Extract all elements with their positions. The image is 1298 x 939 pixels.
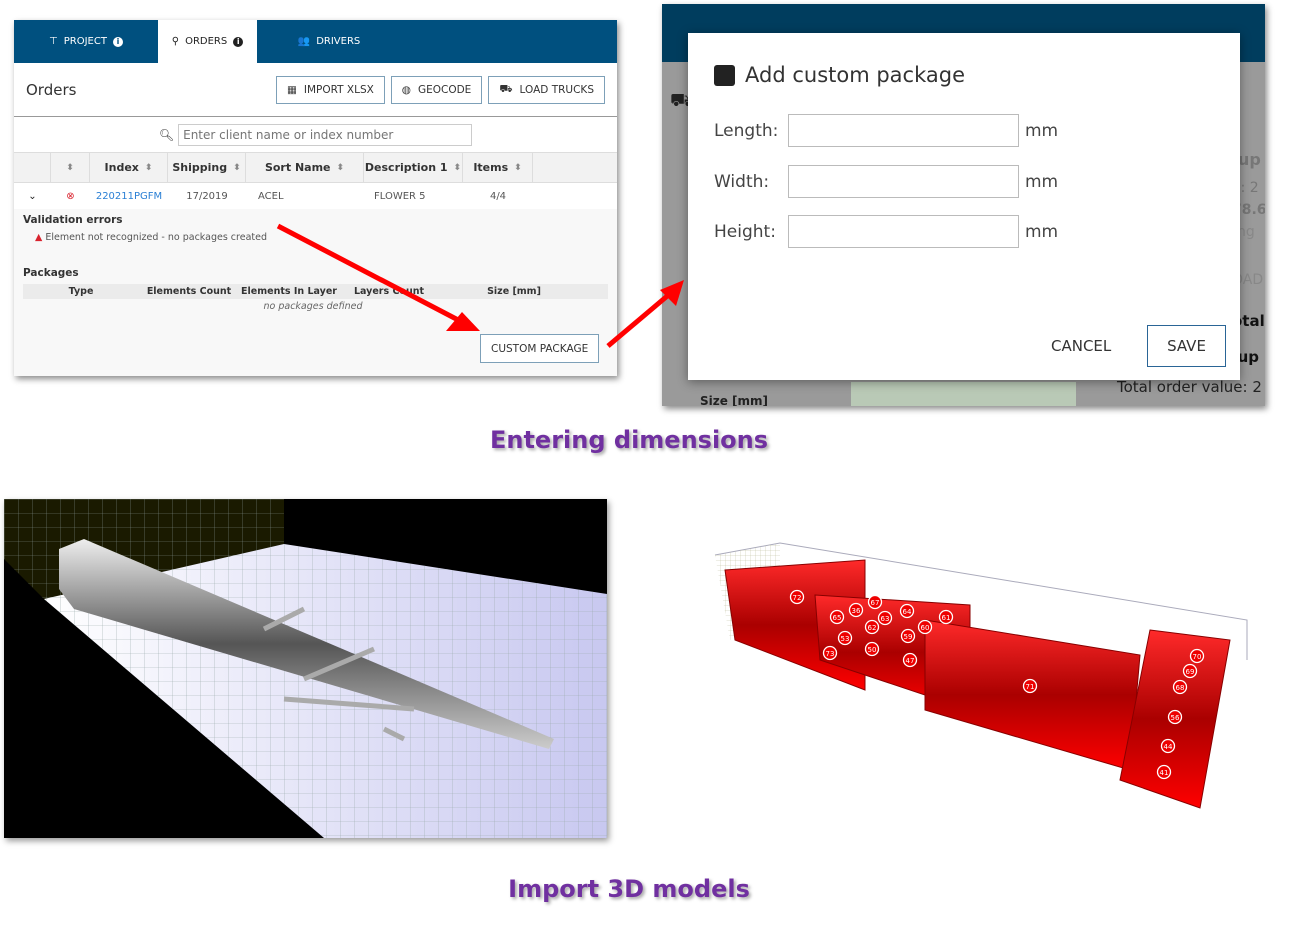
package-label: 59 bbox=[904, 633, 913, 641]
package-label: 53 bbox=[841, 635, 850, 643]
package-label: 62 bbox=[868, 624, 877, 632]
package-label: 60 bbox=[921, 624, 930, 632]
package-label: 64 bbox=[903, 608, 912, 616]
truck-load-render: 72 36 67 64 65 62 63 61 60 53 59 50 73 47 71 70 6968 56 44… bbox=[714, 542, 1248, 809]
length-input[interactable] bbox=[788, 114, 1019, 147]
package-label: 63 bbox=[881, 615, 890, 623]
package-label: 73 bbox=[826, 650, 835, 658]
caption-entering-dimensions: Entering dimensions bbox=[489, 426, 769, 454]
package-label: 50 bbox=[868, 646, 877, 654]
dialog-title: Add custom package bbox=[745, 63, 965, 87]
save-button[interactable]: SAVE bbox=[1147, 325, 1226, 367]
package-label: 56 bbox=[1171, 714, 1180, 722]
package-label: 67 bbox=[871, 599, 880, 607]
add-custom-package-dialog: Add custom package Length: mm Width: mm He… bbox=[688, 33, 1240, 380]
height-input[interactable] bbox=[788, 215, 1019, 248]
pipe-bundle bbox=[924, 619, 1141, 771]
package-label: 36 bbox=[852, 607, 861, 615]
package-label: 44 bbox=[1164, 743, 1173, 751]
dialog-screenshot: ⛟ łup e: 2 78.6 ng OAD otal łup Total or… bbox=[662, 4, 1265, 406]
annotation-arrows bbox=[276, 223, 684, 348]
3d-model-viewer bbox=[4, 499, 607, 838]
package-label: 72 bbox=[793, 594, 802, 602]
cancel-button[interactable]: CANCEL bbox=[1051, 337, 1111, 355]
package-label: 65 bbox=[833, 614, 842, 622]
package-label: 41 bbox=[1160, 769, 1169, 777]
package-label: 69 bbox=[1186, 668, 1195, 676]
width-input[interactable] bbox=[788, 165, 1019, 198]
package-label: 61 bbox=[942, 614, 951, 622]
package-label: 47 bbox=[906, 657, 915, 665]
arrow-to-custom-package bbox=[276, 223, 464, 325]
caption-import-3d-models: Import 3D models bbox=[508, 875, 750, 903]
package-label: 68 bbox=[1176, 684, 1185, 692]
arrow-to-dialog bbox=[606, 290, 674, 348]
package-label: 71 bbox=[1026, 683, 1035, 691]
package-label: 70 bbox=[1193, 653, 1202, 661]
